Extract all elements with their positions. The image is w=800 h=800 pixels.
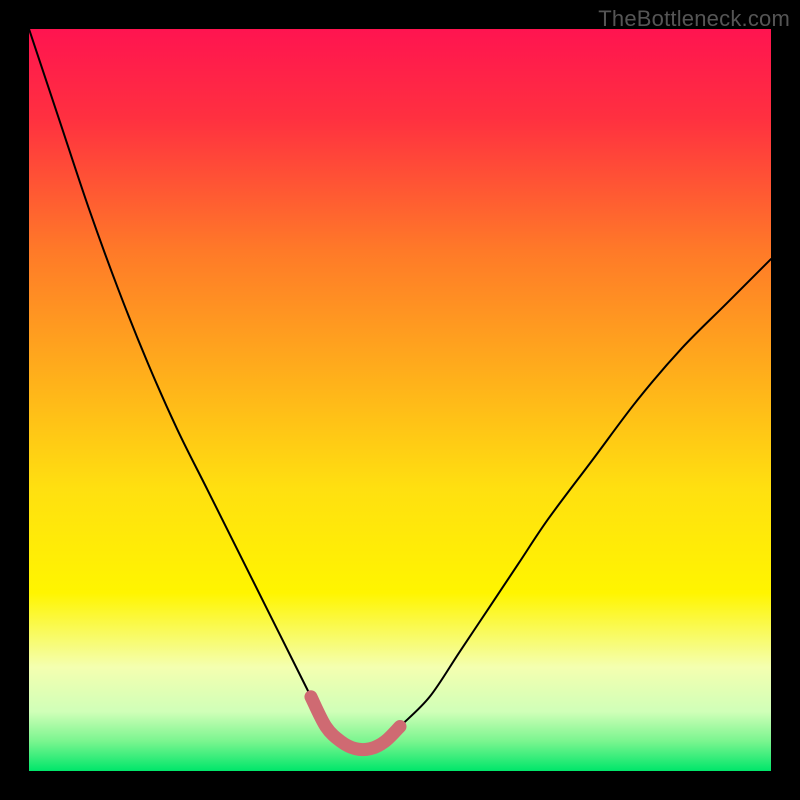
optimal-region-highlight bbox=[311, 697, 400, 750]
watermark-text: TheBottleneck.com bbox=[598, 6, 790, 32]
bottleneck-curve bbox=[29, 29, 771, 750]
curve-layer bbox=[29, 29, 771, 771]
chart-stage: TheBottleneck.com bbox=[0, 0, 800, 800]
plot-area bbox=[29, 29, 771, 771]
